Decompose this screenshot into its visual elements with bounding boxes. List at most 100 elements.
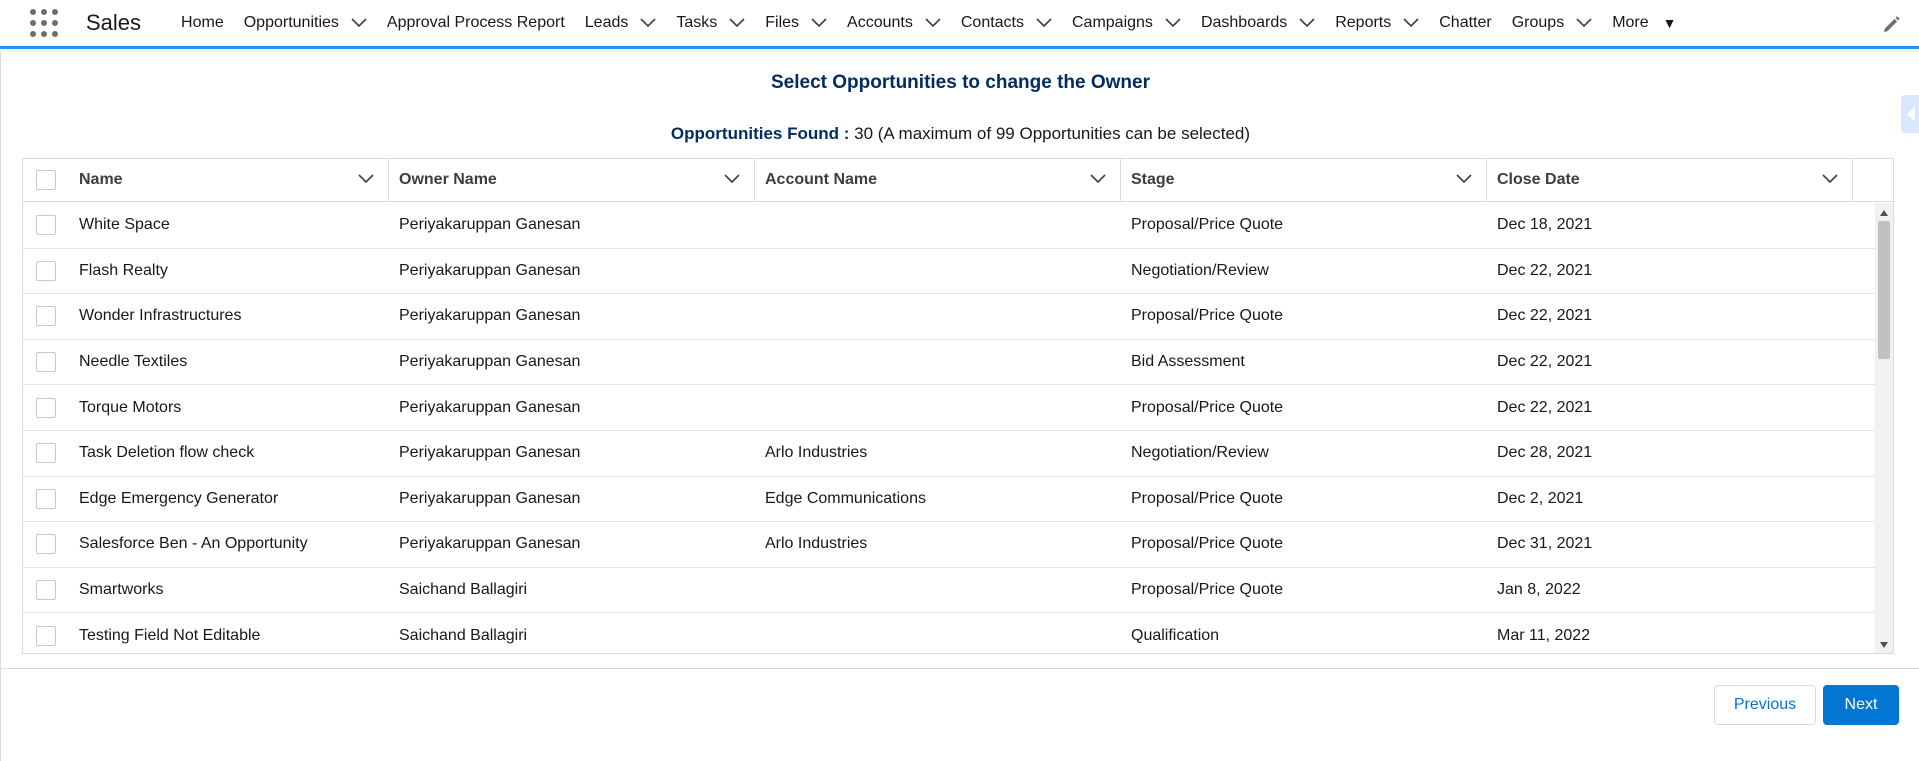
column-header-owner[interactable]: Owner Name <box>389 159 755 201</box>
caret-down-icon[interactable]: ▼ <box>1663 15 1677 31</box>
nav-item-files[interactable]: Files <box>755 0 837 46</box>
column-header-close-date[interactable]: Close Date <box>1487 159 1853 201</box>
nav-item-reports[interactable]: Reports <box>1325 0 1429 46</box>
nav-item-label: Accounts <box>847 14 913 31</box>
nav-item-home[interactable]: Home <box>171 0 234 46</box>
row-select-cell <box>23 397 69 418</box>
nav-item-tasks[interactable]: Tasks <box>666 0 755 46</box>
nav-item-more[interactable]: More ▼ <box>1602 0 1686 46</box>
app-launcher-icon[interactable] <box>30 9 58 37</box>
column-label: Stage <box>1131 171 1175 188</box>
nav-item-label: Groups <box>1511 14 1565 31</box>
page-title: Select Opportunities to change the Owner <box>771 72 1150 93</box>
chevron-down-icon[interactable] <box>1576 15 1592 31</box>
cell-close: Mar 11, 2022 <box>1497 626 1591 644</box>
nav-item-dashboards[interactable]: Dashboards <box>1191 0 1325 46</box>
row-checkbox[interactable] <box>36 260 56 281</box>
column-header-account[interactable]: Account Name <box>755 159 1121 201</box>
previous-button[interactable]: Previous <box>1714 685 1816 725</box>
chevron-down-icon[interactable] <box>1822 171 1838 189</box>
row-checkbox[interactable] <box>36 215 56 236</box>
row-select-cell <box>23 352 69 373</box>
row-checkbox[interactable] <box>36 397 56 418</box>
chevron-down-icon[interactable] <box>811 15 827 31</box>
nav-item-approval-process-report[interactable]: Approval Process Report <box>377 0 575 46</box>
row-select-cell <box>23 443 69 464</box>
cell-stage: Qualification <box>1131 626 1220 644</box>
scroll-up-icon[interactable] <box>1880 210 1888 216</box>
cell-name: Task Deletion flow check <box>79 444 255 462</box>
table-row: Task Deletion flow check Periyakaruppan G… <box>23 431 1875 477</box>
side-panel-toggle[interactable] <box>1901 95 1919 133</box>
nav-item-label: Approval Process Report <box>386 14 565 31</box>
chevron-down-icon[interactable] <box>925 15 941 31</box>
nav-item-contacts[interactable]: Contacts <box>951 0 1062 46</box>
chevron-down-icon[interactable] <box>640 15 656 31</box>
cell-close: Dec 31, 2021 <box>1497 535 1593 553</box>
cell-account: Arlo Industries <box>765 535 868 553</box>
cell-owner: Saichand Ballagiri <box>399 626 528 644</box>
table-header: Name Owner Name Account Name Stage Close… <box>23 159 1893 202</box>
nav-item-groups[interactable]: Groups <box>1502 0 1602 46</box>
table-body: White Space Periyakaruppan Ganesan Proposa… <box>23 203 1875 653</box>
chevron-down-icon[interactable] <box>729 15 745 31</box>
nav-item-label: Leads <box>584 14 629 31</box>
row-checkbox[interactable] <box>36 488 56 509</box>
scroll-down-icon[interactable] <box>1880 642 1888 648</box>
cell-stage: Proposal/Price Quote <box>1131 581 1284 599</box>
chevron-down-icon[interactable] <box>1036 15 1052 31</box>
column-header-stage[interactable]: Stage <box>1121 159 1487 201</box>
next-button[interactable]: Next <box>1823 685 1899 725</box>
chevron-down-icon[interactable] <box>358 171 374 189</box>
row-checkbox[interactable] <box>36 443 56 464</box>
nav-item-label: More <box>1612 14 1649 31</box>
chevron-down-icon[interactable] <box>724 171 740 189</box>
nav-item-chatter[interactable]: Chatter <box>1429 0 1501 46</box>
column-header-name[interactable]: Name <box>69 159 389 201</box>
cell-name: Torque Motors <box>79 398 182 416</box>
row-checkbox[interactable] <box>36 580 56 601</box>
chevron-down-icon[interactable] <box>1456 171 1472 189</box>
nav-item-label: Reports <box>1335 14 1392 31</box>
cell-name: Needle Textiles <box>79 353 188 371</box>
cell-owner: Saichand Ballagiri <box>399 581 528 599</box>
cell-name: Salesforce Ben - An Opportunity <box>79 535 308 553</box>
nav-item-leads[interactable]: Leads <box>575 0 667 46</box>
row-checkbox[interactable] <box>36 306 56 327</box>
nav-item-label: Files <box>765 14 800 31</box>
cell-close: Dec 22, 2021 <box>1497 353 1593 371</box>
chevron-down-icon[interactable] <box>1299 15 1315 31</box>
row-checkbox[interactable] <box>36 625 56 646</box>
cell-close: Dec 18, 2021 <box>1497 216 1593 234</box>
nav-items: Home Opportunities Approval Process Report… <box>171 0 1686 46</box>
footer-divider <box>1 668 1919 669</box>
chevron-down-icon[interactable] <box>1090 171 1106 189</box>
vertical-scrollbar[interactable] <box>1875 203 1893 653</box>
nav-item-label: Tasks <box>676 14 718 31</box>
cell-stage: Proposal/Price Quote <box>1131 307 1284 325</box>
chevron-down-icon[interactable] <box>1165 15 1181 31</box>
pencil-icon[interactable] <box>1881 15 1901 35</box>
cell-close: Dec 22, 2021 <box>1497 261 1593 279</box>
row-select-cell <box>23 488 69 509</box>
cell-name: Edge Emergency Generator <box>79 489 279 507</box>
row-select-cell <box>23 534 69 555</box>
select-all-checkbox[interactable] <box>36 170 56 190</box>
scrollbar-thumb[interactable] <box>1878 221 1890 359</box>
nav-item-opportunities[interactable]: Opportunities <box>234 0 377 46</box>
cell-stage: Bid Assessment <box>1131 353 1245 371</box>
table-row: Salesforce Ben - An Opportunity Periyakar… <box>23 522 1875 568</box>
row-checkbox[interactable] <box>36 352 56 373</box>
cell-name: White Space <box>79 216 170 234</box>
cell-account: Edge Communications <box>765 489 926 507</box>
chevron-down-icon[interactable] <box>351 15 367 31</box>
cell-name: Testing Field Not Editable <box>79 626 261 644</box>
nav-item-campaigns[interactable]: Campaigns <box>1062 0 1191 46</box>
found-value: 30 (A maximum of 99 Opportunities can be… <box>854 124 1251 143</box>
chevron-down-icon[interactable] <box>1403 15 1419 31</box>
table-row: Flash Realty Periyakaruppan Ganesan Negoti… <box>23 249 1875 295</box>
nav-item-accounts[interactable]: Accounts <box>837 0 951 46</box>
row-checkbox[interactable] <box>36 534 56 555</box>
opportunities-table: Name Owner Name Account Name Stage Close… <box>22 158 1894 654</box>
cell-stage: Proposal/Price Quote <box>1131 535 1284 553</box>
